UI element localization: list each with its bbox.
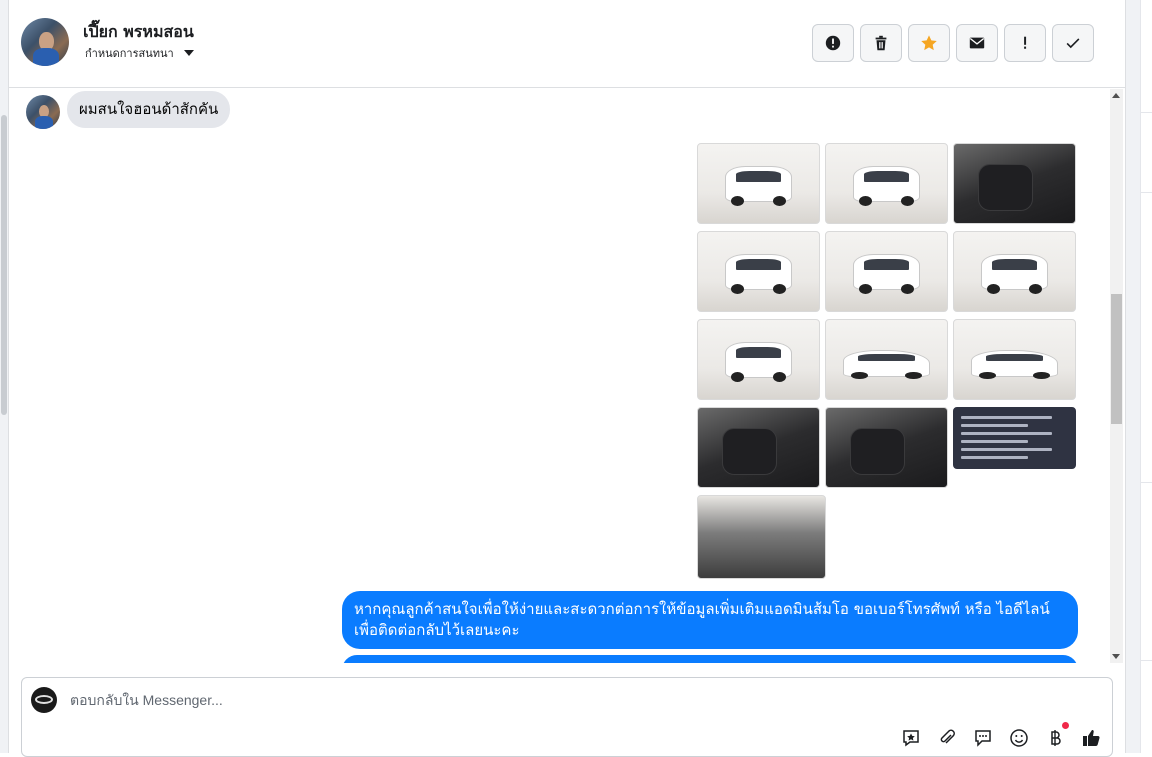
payment-button[interactable] — [1043, 722, 1069, 750]
seat-shape — [722, 427, 777, 476]
incoming-message[interactable]: ผมสนใจฮอนด้าสักคัน — [67, 91, 231, 128]
scroll-up-icon[interactable] — [1112, 93, 1120, 98]
seat-shape — [850, 427, 905, 476]
trash-icon — [875, 35, 887, 51]
conversation-toolbar — [812, 24, 1094, 62]
attach-button[interactable] — [935, 726, 959, 750]
assign-conversation-dropdown[interactable]: กำหนดการสนทนา — [85, 44, 194, 62]
right-panel-edge — [1125, 0, 1152, 753]
contact-name[interactable]: เปี๊ยก พรหมสอน — [83, 20, 194, 45]
check-icon — [1066, 38, 1080, 49]
scroll-down-icon[interactable] — [1112, 654, 1120, 659]
thread-scrollbar-thumb[interactable] — [1111, 294, 1122, 424]
envelope-icon — [969, 37, 985, 49]
quick-reply-button[interactable] — [971, 726, 995, 750]
car-photo[interactable] — [825, 319, 948, 400]
car-shape — [724, 342, 793, 383]
emoji-icon — [1010, 729, 1028, 747]
attachment-icon — [940, 729, 955, 744]
reply-composer — [21, 677, 1113, 757]
left-panel-edge — [0, 0, 9, 753]
thread-scrollbar[interactable] — [1110, 89, 1123, 663]
car-photo[interactable] — [697, 143, 820, 224]
like-icon — [1083, 730, 1100, 746]
interior-photo[interactable] — [953, 143, 1076, 224]
star-icon — [921, 35, 937, 51]
document-line — [961, 440, 1028, 443]
car-shape — [842, 350, 931, 380]
document-line — [961, 448, 1052, 451]
message-thread[interactable]: ผมสนใจฮอนด้าสักคัน หากคุณลูกค้าสนใจเพื่อ… — [9, 89, 1110, 663]
document-line — [961, 424, 1028, 427]
mark-done-button[interactable] — [1052, 24, 1094, 62]
delete-button[interactable] — [860, 24, 902, 62]
car-shape — [724, 254, 793, 295]
assign-label: กำหนดการสนทนา — [85, 47, 174, 60]
contact-avatar[interactable] — [21, 18, 69, 66]
car-shape — [724, 166, 793, 207]
document-line — [961, 456, 1028, 459]
car-shape — [852, 166, 921, 207]
baht-payment-icon — [1051, 730, 1061, 746]
car-photo[interactable] — [825, 231, 948, 312]
sender-avatar — [26, 95, 60, 129]
star-button[interactable] — [908, 24, 950, 62]
exclamation-icon — [1024, 36, 1027, 49]
car-shape — [852, 254, 921, 295]
chat-bubble-icon — [975, 730, 991, 747]
like-button[interactable] — [1079, 726, 1103, 750]
conversation-header: เปี๊ยก พรหมสอน กำหนดการสนทนา — [9, 0, 1125, 88]
seat-shape — [978, 163, 1033, 212]
follow-up-button[interactable] — [1004, 24, 1046, 62]
car-photo[interactable] — [953, 231, 1076, 312]
document-line — [961, 416, 1052, 419]
car-photo[interactable] — [697, 231, 820, 312]
car-shape — [970, 350, 1059, 380]
caret-down-icon — [183, 50, 194, 56]
car-photo[interactable] — [825, 143, 948, 224]
mark-unread-button[interactable] — [956, 24, 998, 62]
emoji-button[interactable] — [1007, 726, 1031, 750]
report-spam-button[interactable] — [812, 24, 854, 62]
outgoing-message-next[interactable] — [342, 655, 1078, 663]
page-avatar — [31, 687, 57, 713]
car-shape — [980, 254, 1049, 295]
composer-tools — [899, 722, 1103, 750]
car-photo[interactable] — [697, 319, 820, 400]
reply-input[interactable] — [70, 689, 770, 711]
interior-photo[interactable] — [825, 407, 948, 488]
saved-reply-icon — [903, 730, 919, 747]
notification-dot — [1062, 722, 1069, 729]
exclamation-circle-icon — [825, 35, 841, 51]
saved-reply-button[interactable] — [899, 726, 923, 750]
interior-photo[interactable] — [697, 407, 820, 488]
car-photo[interactable] — [953, 319, 1076, 400]
document-line — [961, 432, 1052, 435]
engine-photo[interactable] — [697, 495, 826, 579]
left-scrollbar[interactable] — [1, 115, 7, 415]
document-photo[interactable] — [953, 407, 1076, 469]
outgoing-message[interactable]: หากคุณลูกค้าสนใจเพื่อให้ง่ายและสะดวกต่อก… — [342, 591, 1078, 649]
